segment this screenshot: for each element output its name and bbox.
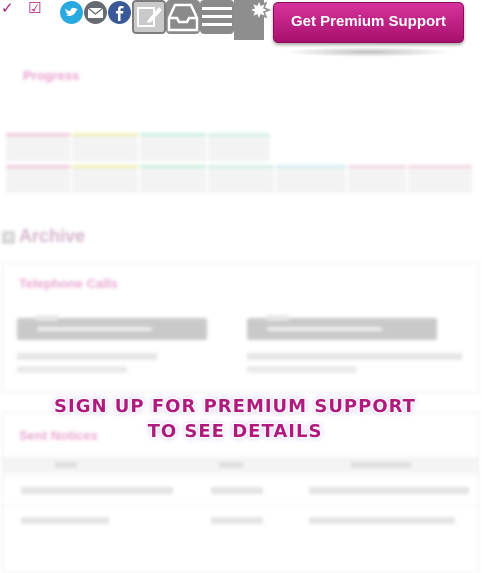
- toolbar: ✓ ☑ Get Premium Support: [0, 0, 482, 57]
- progress-cell: [348, 165, 406, 193]
- blurred-content: Progress + Archive Telephone Calls Sent …: [0, 0, 482, 573]
- table-header: [3, 457, 478, 473]
- email-icon[interactable]: [84, 1, 107, 24]
- overlay-line-2: TO SEE DETAILS: [147, 421, 323, 442]
- telephone-calls-panel: Telephone Calls: [2, 262, 479, 393]
- check-icon[interactable]: ✓: [1, 0, 14, 16]
- twitter-icon[interactable]: [60, 1, 83, 24]
- progress-cell: [208, 165, 274, 193]
- telephone-calls-title: Telephone Calls: [19, 276, 118, 291]
- progress-cell: [140, 133, 206, 161]
- new-document-icon[interactable]: [234, 0, 272, 40]
- progress-cell: [72, 133, 138, 161]
- audio-progress-knob[interactable]: [35, 315, 59, 321]
- facebook-icon[interactable]: [108, 1, 131, 24]
- button-shadow: [283, 47, 453, 57]
- audio-player[interactable]: [17, 315, 207, 340]
- get-premium-support-button[interactable]: Get Premium Support: [273, 2, 464, 43]
- table-row[interactable]: [3, 505, 478, 533]
- progress-cell: [276, 165, 346, 193]
- progress-cell: [140, 165, 206, 193]
- progress-cell: [408, 165, 472, 193]
- progress-cell: [6, 133, 70, 161]
- progress-cell: [208, 133, 270, 161]
- archive-heading[interactable]: + Archive: [2, 226, 85, 247]
- inbox-icon[interactable]: [166, 0, 200, 34]
- audio-progress-bar[interactable]: [37, 327, 152, 331]
- premium-signup-overlay: SIGN UP FOR PREMIUM SUPPORT TO SEE DETAI…: [0, 394, 470, 444]
- list-icon[interactable]: [200, 0, 234, 34]
- overlay-line-1: SIGN UP FOR PREMIUM SUPPORT: [54, 396, 416, 417]
- expand-plus-icon[interactable]: +: [2, 231, 15, 244]
- progress-heading: Progress: [23, 68, 80, 83]
- checkbox-check-icon[interactable]: ☑: [28, 0, 41, 16]
- audio-progress-bar[interactable]: [267, 327, 382, 331]
- call-description: [247, 349, 467, 373]
- audio-progress-knob[interactable]: [265, 315, 289, 321]
- audio-player[interactable]: [247, 315, 437, 340]
- archive-title: Archive: [19, 226, 86, 246]
- progress-cell: [6, 165, 70, 193]
- edit-icon[interactable]: [132, 0, 166, 34]
- table-row[interactable]: [3, 475, 478, 503]
- progress-cell: [72, 165, 138, 193]
- call-description: [17, 349, 237, 373]
